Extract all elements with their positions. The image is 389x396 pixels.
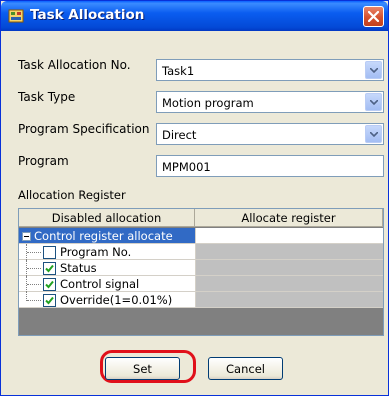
check-icon xyxy=(45,264,54,273)
check-icon xyxy=(45,296,54,305)
program-input[interactable]: MPM001 xyxy=(156,155,384,177)
allocate-register-cell[interactable] xyxy=(195,244,383,260)
program-label: Program xyxy=(18,154,69,168)
dropdown-button[interactable] xyxy=(365,125,382,143)
window-title: Task Allocation xyxy=(30,7,145,23)
program-specification-select[interactable]: Direct xyxy=(156,123,384,145)
task-type-label: Task Type xyxy=(18,90,76,104)
program-value: MPM001 xyxy=(162,160,211,174)
column-header-disabled-allocation[interactable]: Disabled allocation xyxy=(19,209,195,227)
item-label: Override(1=0.01%) xyxy=(60,293,173,307)
allocate-register-cell[interactable] xyxy=(195,292,383,308)
program-specification-value: Direct xyxy=(162,128,197,142)
chevron-down-icon xyxy=(370,100,378,105)
table-row[interactable]: Program No. xyxy=(19,244,383,260)
cancel-button[interactable]: Cancel xyxy=(208,357,283,380)
app-icon xyxy=(8,8,24,24)
item-label: Control signal xyxy=(60,277,140,291)
task-allocation-no-select[interactable]: Task1 xyxy=(156,59,384,81)
tree-group-label: Control register allocate xyxy=(34,229,173,243)
task-allocation-dialog: Task Allocation Task Allocation No. Task… xyxy=(0,0,389,396)
allocate-register-cell[interactable] xyxy=(195,260,383,276)
task-type-select[interactable]: Motion program xyxy=(156,91,384,113)
chevron-down-icon xyxy=(370,132,378,137)
item-label: Status xyxy=(60,261,97,275)
title-bar[interactable]: Task Allocation xyxy=(1,1,388,31)
collapse-icon[interactable] xyxy=(22,232,31,241)
program-specification-label: Program Specification xyxy=(18,122,150,136)
allocate-register-cell[interactable] xyxy=(195,276,383,292)
grid-header: Disabled allocation Allocate register xyxy=(19,209,383,227)
allocate-register-cell[interactable] xyxy=(195,228,383,244)
table-row[interactable]: Override(1=0.01%) xyxy=(19,292,383,308)
task-allocation-no-label: Task Allocation No. xyxy=(18,58,131,72)
checkbox-checked[interactable] xyxy=(43,294,56,307)
dropdown-button[interactable] xyxy=(365,93,382,111)
table-row[interactable]: Status xyxy=(19,260,383,276)
checkbox-unchecked[interactable] xyxy=(43,246,56,259)
close-icon xyxy=(368,11,379,22)
dropdown-button[interactable] xyxy=(365,61,382,79)
task-allocation-no-value: Task1 xyxy=(162,64,195,78)
allocation-register-label: Allocation Register xyxy=(18,188,126,202)
allocation-register-grid: Disabled allocation Allocate register Co… xyxy=(18,208,384,336)
chevron-down-icon xyxy=(370,68,378,73)
close-button[interactable] xyxy=(363,6,384,27)
checkbox-checked[interactable] xyxy=(43,262,56,275)
item-label: Program No. xyxy=(60,245,132,259)
table-row[interactable]: Control signal xyxy=(19,276,383,292)
check-icon xyxy=(45,280,54,289)
checkbox-checked[interactable] xyxy=(43,278,56,291)
set-button[interactable]: Set xyxy=(105,357,180,380)
tree-group-row[interactable]: Control register allocate xyxy=(19,228,383,244)
column-header-allocate-register[interactable]: Allocate register xyxy=(195,209,383,227)
task-type-value: Motion program xyxy=(162,96,254,110)
